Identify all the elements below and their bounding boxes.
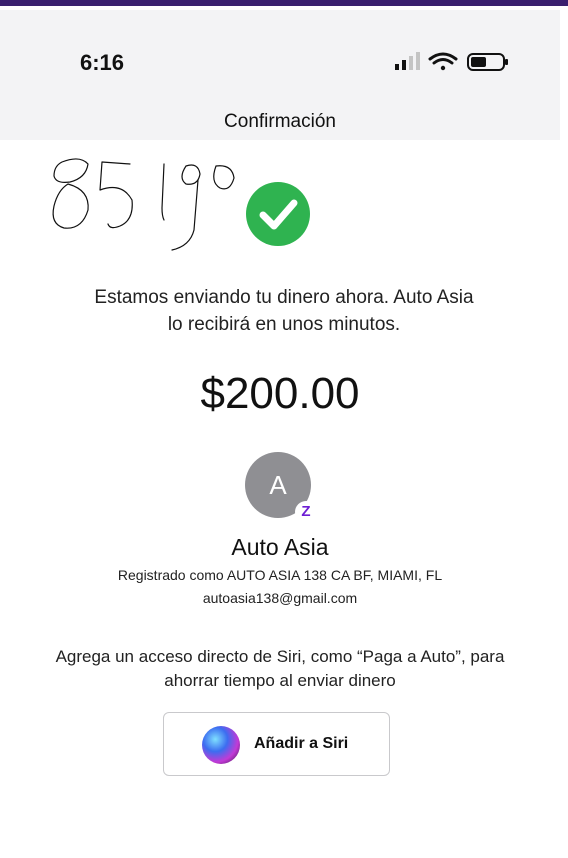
success-check-icon: [246, 182, 310, 246]
wifi-icon: [428, 52, 458, 71]
signal-icon: [395, 52, 420, 70]
siri-icon: [202, 726, 240, 764]
siri-note-line2: ahorrar tiempo al enviar dinero: [164, 671, 396, 690]
top-accent-bar: [0, 0, 568, 6]
status-time: 6:16: [80, 50, 125, 75]
status-icons: [395, 52, 508, 71]
recipient-registered: Registrado como AUTO ASIA 138 CA BF, MIA…: [117, 567, 443, 583]
battery-icon: [467, 53, 508, 71]
confirmation-message: Estamos enviando tu dinero ahora. Auto A…: [40, 284, 528, 338]
amount: $200.00: [200, 369, 360, 418]
siri-shortcut-note: Agrega un acceso directo de Siri, como “…: [20, 645, 540, 693]
recipient-email: autoasia138@gmail.com: [202, 590, 358, 606]
add-to-siri-button[interactable]: Añadir a Siri: [163, 712, 390, 776]
add-to-siri-label: Añadir a Siri: [254, 735, 349, 752]
header: 6:16 Confirmación: [0, 10, 560, 140]
confirmation-message-line1: Estamos enviando tu dinero ahora. Auto A…: [94, 287, 474, 308]
siri-note-line1: Agrega un acceso directo de Siri, como “…: [55, 647, 505, 666]
handwritten-note: [52, 158, 235, 251]
zelle-badge-icon: Z: [295, 501, 317, 523]
recipient-name: Auto Asia: [231, 534, 329, 560]
confirmation-message-line2: lo recibirá en unos minutos.: [167, 314, 401, 335]
page-title: Confirmación: [224, 111, 336, 132]
